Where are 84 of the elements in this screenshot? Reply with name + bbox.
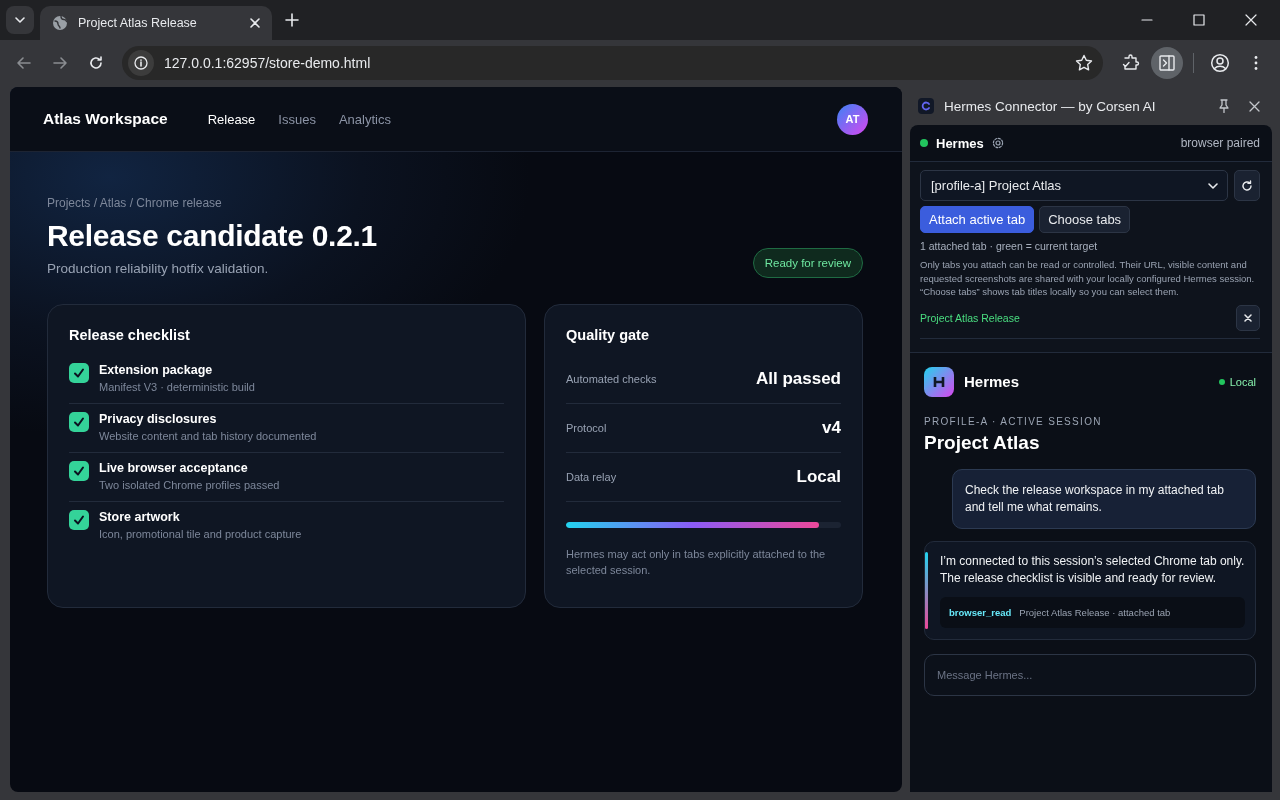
menu-icon: [1254, 55, 1258, 71]
nav-link[interactable]: Analytics: [338, 111, 391, 127]
tool-name: browser_read: [949, 605, 1012, 620]
nav-link[interactable]: Issues: [278, 111, 316, 127]
gear-icon[interactable]: [991, 137, 1004, 149]
close-icon: [1248, 100, 1260, 112]
metric-label: Automated checks: [566, 373, 657, 385]
message-field[interactable]: Message Hermes...: [924, 653, 1256, 696]
status-dot: [1218, 378, 1225, 385]
maximize-icon: [1193, 14, 1205, 26]
checkmark-icon: [73, 465, 85, 477]
message-text: I’m connected to this session’s selected Chrome tab only. The release checklist is visible and ready for review.: [940, 552, 1245, 587]
plus-icon: [285, 13, 299, 27]
refresh-button[interactable]: [1234, 170, 1260, 201]
info-icon: [134, 56, 148, 70]
session-label: PROFILE-A · ACTIVE SESSION: [924, 415, 1103, 427]
choose-tabs-button[interactable]: Choose tabs: [1039, 206, 1131, 233]
address-bar[interactable]: 127.0.0.1:62957/store-demo.html: [122, 46, 1103, 80]
card-title: Quality gate: [566, 327, 650, 343]
item-detail: Manifest V3 · deterministic build: [99, 381, 255, 393]
breadcrumb: Projects / Atlas / Chrome release: [47, 196, 223, 210]
checkmark-icon: [73, 367, 85, 379]
pairing-status: browser paired: [1180, 136, 1260, 150]
item-detail: Icon, promotional tile and product capture: [99, 528, 302, 540]
chevron-down-icon: [14, 16, 26, 24]
user-message: Check the release workspace in my attached tab and tell me what remains.: [952, 468, 1256, 529]
item-title: Extension package: [99, 363, 214, 377]
refresh-icon: [1241, 179, 1253, 192]
tool-detail: Project Atlas Release · attached tab: [1019, 605, 1171, 620]
assistant-name: Hermes: [964, 373, 1021, 390]
nav-link[interactable]: Release: [207, 111, 256, 127]
brand-name: Atlas Workspace: [43, 110, 168, 128]
tab-search-button[interactable]: [6, 6, 34, 34]
side-panel-icon: [1158, 54, 1176, 72]
checkmark-icon: [73, 416, 85, 428]
attach-button[interactable]: Attach active tab: [920, 206, 1035, 233]
quality-note: Hermes may act only in tabs explicitly attached to the selected session.: [566, 547, 827, 578]
detach-button[interactable]: [1236, 304, 1260, 331]
checkbox[interactable]: [69, 461, 89, 481]
reload-icon: [88, 55, 104, 71]
forward-arrow-icon: [52, 55, 68, 71]
item-title: Privacy disclosures: [99, 412, 218, 426]
site-info-button[interactable]: [128, 50, 154, 76]
attached-tab[interactable]: Project Atlas Release: [920, 311, 1020, 324]
side-panel-button[interactable]: [1151, 47, 1183, 79]
user-avatar[interactable]: AT: [837, 103, 868, 135]
status-badge: Ready for review: [752, 248, 863, 278]
local-status: Local: [1229, 375, 1256, 388]
checkbox[interactable]: [69, 412, 89, 432]
session-title: Project Atlas: [924, 431, 1041, 454]
item-title: Store artwork: [99, 510, 181, 524]
checkbox[interactable]: [69, 363, 89, 383]
page-title: Release candidate 0.2.1: [47, 219, 377, 253]
back-arrow-icon: [16, 55, 32, 71]
chevron-down-icon: [1207, 181, 1219, 190]
page-subtitle: Production reliability hotfix validation.: [47, 261, 270, 276]
metric-value: All passed: [755, 369, 841, 389]
attached-summary: 1 attached tab · green = current target: [920, 240, 1099, 252]
metric-value: Local: [796, 467, 841, 487]
close-icon[interactable]: [250, 18, 260, 28]
close-icon: [1245, 14, 1257, 26]
tab-title: Project Atlas Release: [78, 16, 198, 30]
checkbox[interactable]: [69, 510, 89, 530]
privacy-disclosure: Only tabs you attach can be read or controlled. Their URL, visible content and requested screenshots are shared with your locally configured Hermes session. “Choose tabs” shows tab titles locally so you can select them.: [920, 258, 1256, 299]
item-detail: Two isolated Chrome profiles passed: [99, 479, 280, 491]
profile-icon: [1210, 53, 1230, 73]
browser-tab[interactable]: Project Atlas Release: [40, 6, 272, 40]
session-dropdown[interactable]: [profile-a] Project Atlas: [920, 170, 1228, 201]
card-title: Release checklist: [69, 327, 191, 343]
metric-label: Data relay: [566, 471, 617, 483]
puzzle-icon: [1122, 54, 1140, 72]
item-detail: Website content and tab history documented: [99, 430, 317, 442]
connection-name: Hermes: [936, 135, 984, 151]
metric-value: v4: [822, 418, 841, 438]
h-letter-icon: [933, 375, 945, 388]
checkmark-icon: [73, 514, 85, 526]
item-title: Live browser acceptance: [99, 461, 249, 475]
globe-icon: [52, 15, 68, 31]
metric-label: Protocol: [566, 422, 607, 434]
pin-icon: [1218, 99, 1230, 113]
panel-title: Hermes Connector — by Corsen AI: [944, 98, 1157, 114]
close-icon: [1244, 313, 1252, 322]
url-text: 127.0.0.1:62957/store-demo.html: [164, 55, 372, 71]
star-icon[interactable]: [1075, 54, 1093, 72]
